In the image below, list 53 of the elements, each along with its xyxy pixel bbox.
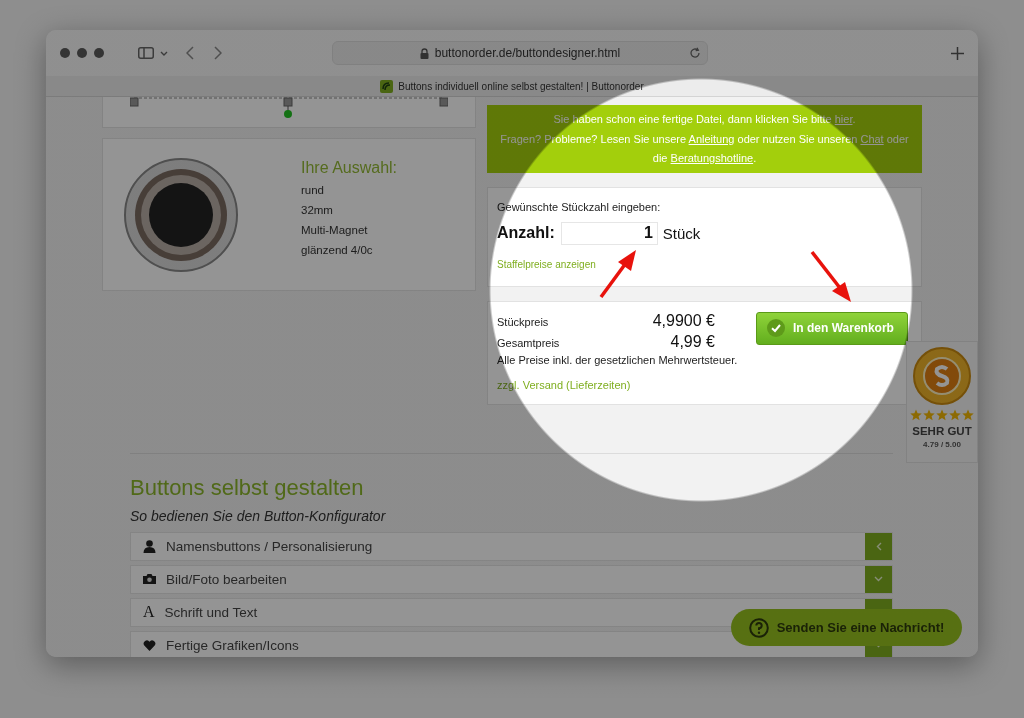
accordion-item[interactable]: Namensbuttons / Personalisierung — [130, 531, 893, 561]
check-icon — [767, 319, 785, 337]
unit-label: Stück — [662, 224, 701, 242]
rating-score: 4.79 / 5.00 — [923, 440, 961, 449]
selection-option: 32mm — [301, 200, 398, 220]
price-value: 4,99 € — [669, 332, 715, 351]
accordion-item[interactable]: Bild/Foto bearbeiten — [130, 564, 893, 594]
new-tab-icon[interactable] — [951, 46, 964, 60]
seal-icon — [913, 347, 971, 405]
chat-button[interactable]: Senden Sie eine Nachricht! — [731, 609, 962, 646]
star-icon — [910, 409, 922, 421]
resize-handles-drawing[interactable] — [130, 97, 448, 119]
star-icon — [923, 409, 935, 421]
info-text: Fragen? Probleme? Lesen Sie unsere Anleitung oder nutzen Sie unseren Chat oder die Beratungshotline. — [499, 131, 910, 166]
selection-option: glänzend 4/0c — [301, 240, 398, 260]
pointer-arrow — [810, 250, 851, 302]
quantity-label: Anzahl: — [497, 224, 555, 242]
heart-icon — [143, 639, 156, 651]
section-subtitle: So bedienen Sie den Button-Konfigurator — [130, 507, 387, 524]
quantity-input[interactable]: 1 — [560, 221, 658, 245]
price-label: Gesamtpreis — [497, 336, 561, 349]
pointer-arrow — [599, 250, 636, 299]
star-icon — [936, 409, 948, 421]
address-bar[interactable]: buttonorder.de/buttondesigner.html — [332, 41, 708, 65]
star-icon — [962, 409, 974, 421]
reload-icon[interactable] — [689, 47, 701, 59]
toggle-chevron-icon[interactable] — [865, 532, 892, 560]
back-icon[interactable] — [186, 46, 194, 60]
tax-note: Alle Preise inkl. der gesetzlichen Mehrwertsteuer. — [497, 353, 739, 366]
sidebar-icon[interactable] — [138, 47, 154, 59]
site-logo-icon — [380, 79, 394, 93]
quantity-prompt: Gewünschte Stückzahl eingeben: — [497, 200, 662, 213]
star-icon — [949, 409, 961, 421]
info-text: Sie haben schon eine fertige Datei, dann klicken Sie bitte hier. — [552, 112, 857, 127]
tier-prices-link[interactable]: Staffelpreise anzeigen — [497, 258, 596, 270]
browser-tab[interactable]: Buttons individuell online selbst gestalten! | Buttonorder — [46, 76, 978, 97]
font-icon: A — [143, 603, 155, 621]
window-controls-icon[interactable] — [60, 48, 104, 58]
camera-icon — [143, 574, 156, 584]
price-value: 4,9900 € — [651, 311, 715, 330]
rating-verdict: SEHR GUT — [912, 425, 972, 437]
person-icon — [143, 539, 156, 553]
toggle-chevron-icon[interactable] — [865, 565, 892, 593]
forward-icon[interactable] — [214, 46, 222, 60]
selection-heading: Ihre Auswahl: — [301, 159, 398, 177]
rating-badge[interactable]: SEHR GUT 4.79 / 5.00 — [906, 341, 978, 463]
section-heading: Buttons selbst gestalten — [130, 474, 365, 501]
help-icon — [748, 617, 769, 638]
chevron-down-icon[interactable] — [160, 50, 168, 56]
selection-option: Multi-Magnet — [301, 220, 398, 240]
price-label: Stückpreis — [497, 315, 550, 328]
selection-option: rund — [301, 180, 398, 200]
lock-icon — [419, 47, 429, 59]
